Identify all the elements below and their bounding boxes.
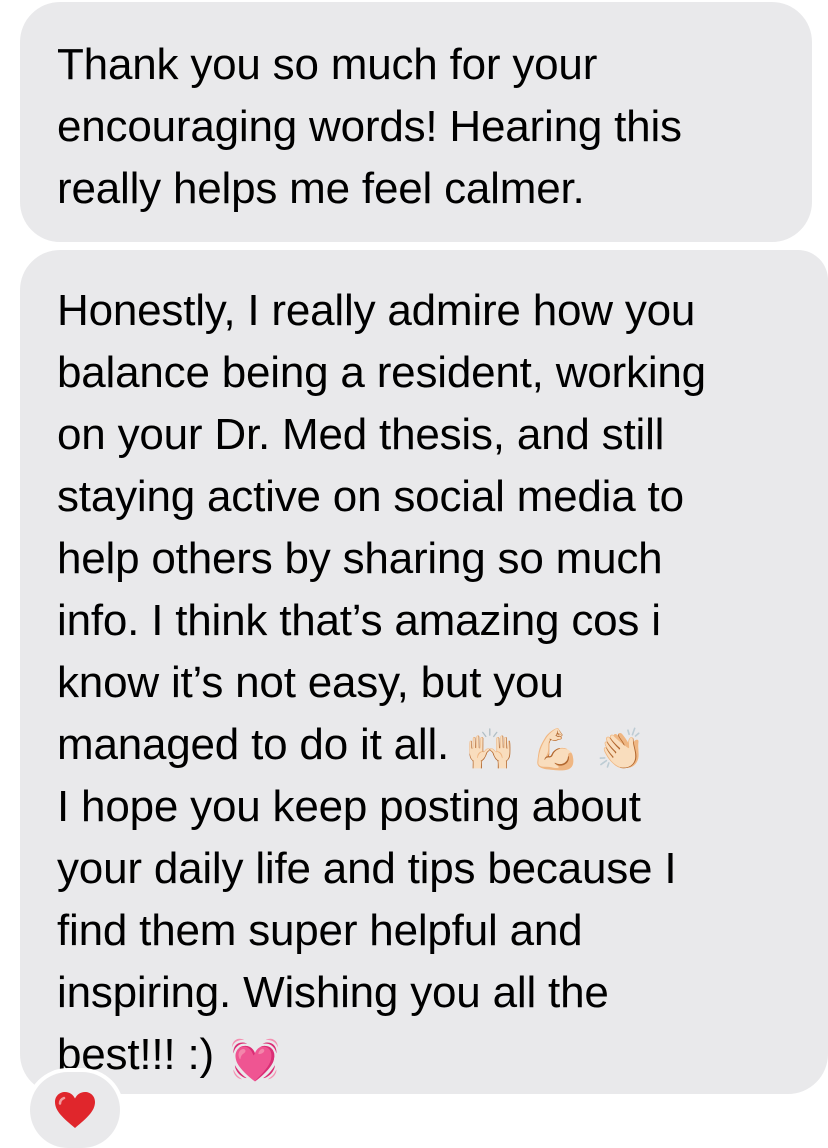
message-text-line: I hope you keep posting about xyxy=(57,782,641,831)
red-heart-icon xyxy=(55,1092,95,1128)
beating-heart-icon: 💓 xyxy=(229,1038,280,1082)
message-text-line-with-emoji: best!!! :) 💓 xyxy=(57,1024,800,1086)
message-text-line: inspiring. Wishing you all the xyxy=(57,968,609,1017)
message-text-line-with-emojis: managed to do it all. 🙌🏻 💪🏻 👏🏻 xyxy=(57,714,800,776)
message-text-line: info. I think that’s amazing cos i xyxy=(57,596,661,645)
raising-hands-icon: 🙌🏻 xyxy=(465,728,515,772)
message-text-line: encouraging words! Hearing this xyxy=(57,102,682,151)
message-text-line: help others by sharing so much xyxy=(57,534,663,583)
message-text-line: really helps me feel calmer. xyxy=(57,164,585,213)
message-text-line: your daily life and tips because I xyxy=(57,844,677,893)
message-bubble-1[interactable]: Thank you so much for your encouraging w… xyxy=(20,2,812,242)
message-text-line: Honestly, I really admire how you xyxy=(57,286,696,335)
message-text-line: staying active on social media to xyxy=(57,472,684,521)
message-text-line: balance being a resident, working xyxy=(57,348,706,397)
message-text-line: find them super helpful and xyxy=(57,906,583,955)
message-text-line: Thank you so much for your xyxy=(57,40,598,89)
flexed-biceps-icon: 💪🏻 xyxy=(530,728,581,772)
message-bubble-2[interactable]: Honestly, I really admire how you balanc… xyxy=(20,250,828,1094)
message-text-line: know it’s not easy, but you xyxy=(57,658,564,707)
message-text-line: on your Dr. Med thesis, and still xyxy=(57,410,665,459)
clapping-hands-icon: 👏🏻 xyxy=(596,728,646,772)
reaction-badge[interactable] xyxy=(30,1072,120,1148)
message-text: managed to do it all. xyxy=(57,720,450,769)
